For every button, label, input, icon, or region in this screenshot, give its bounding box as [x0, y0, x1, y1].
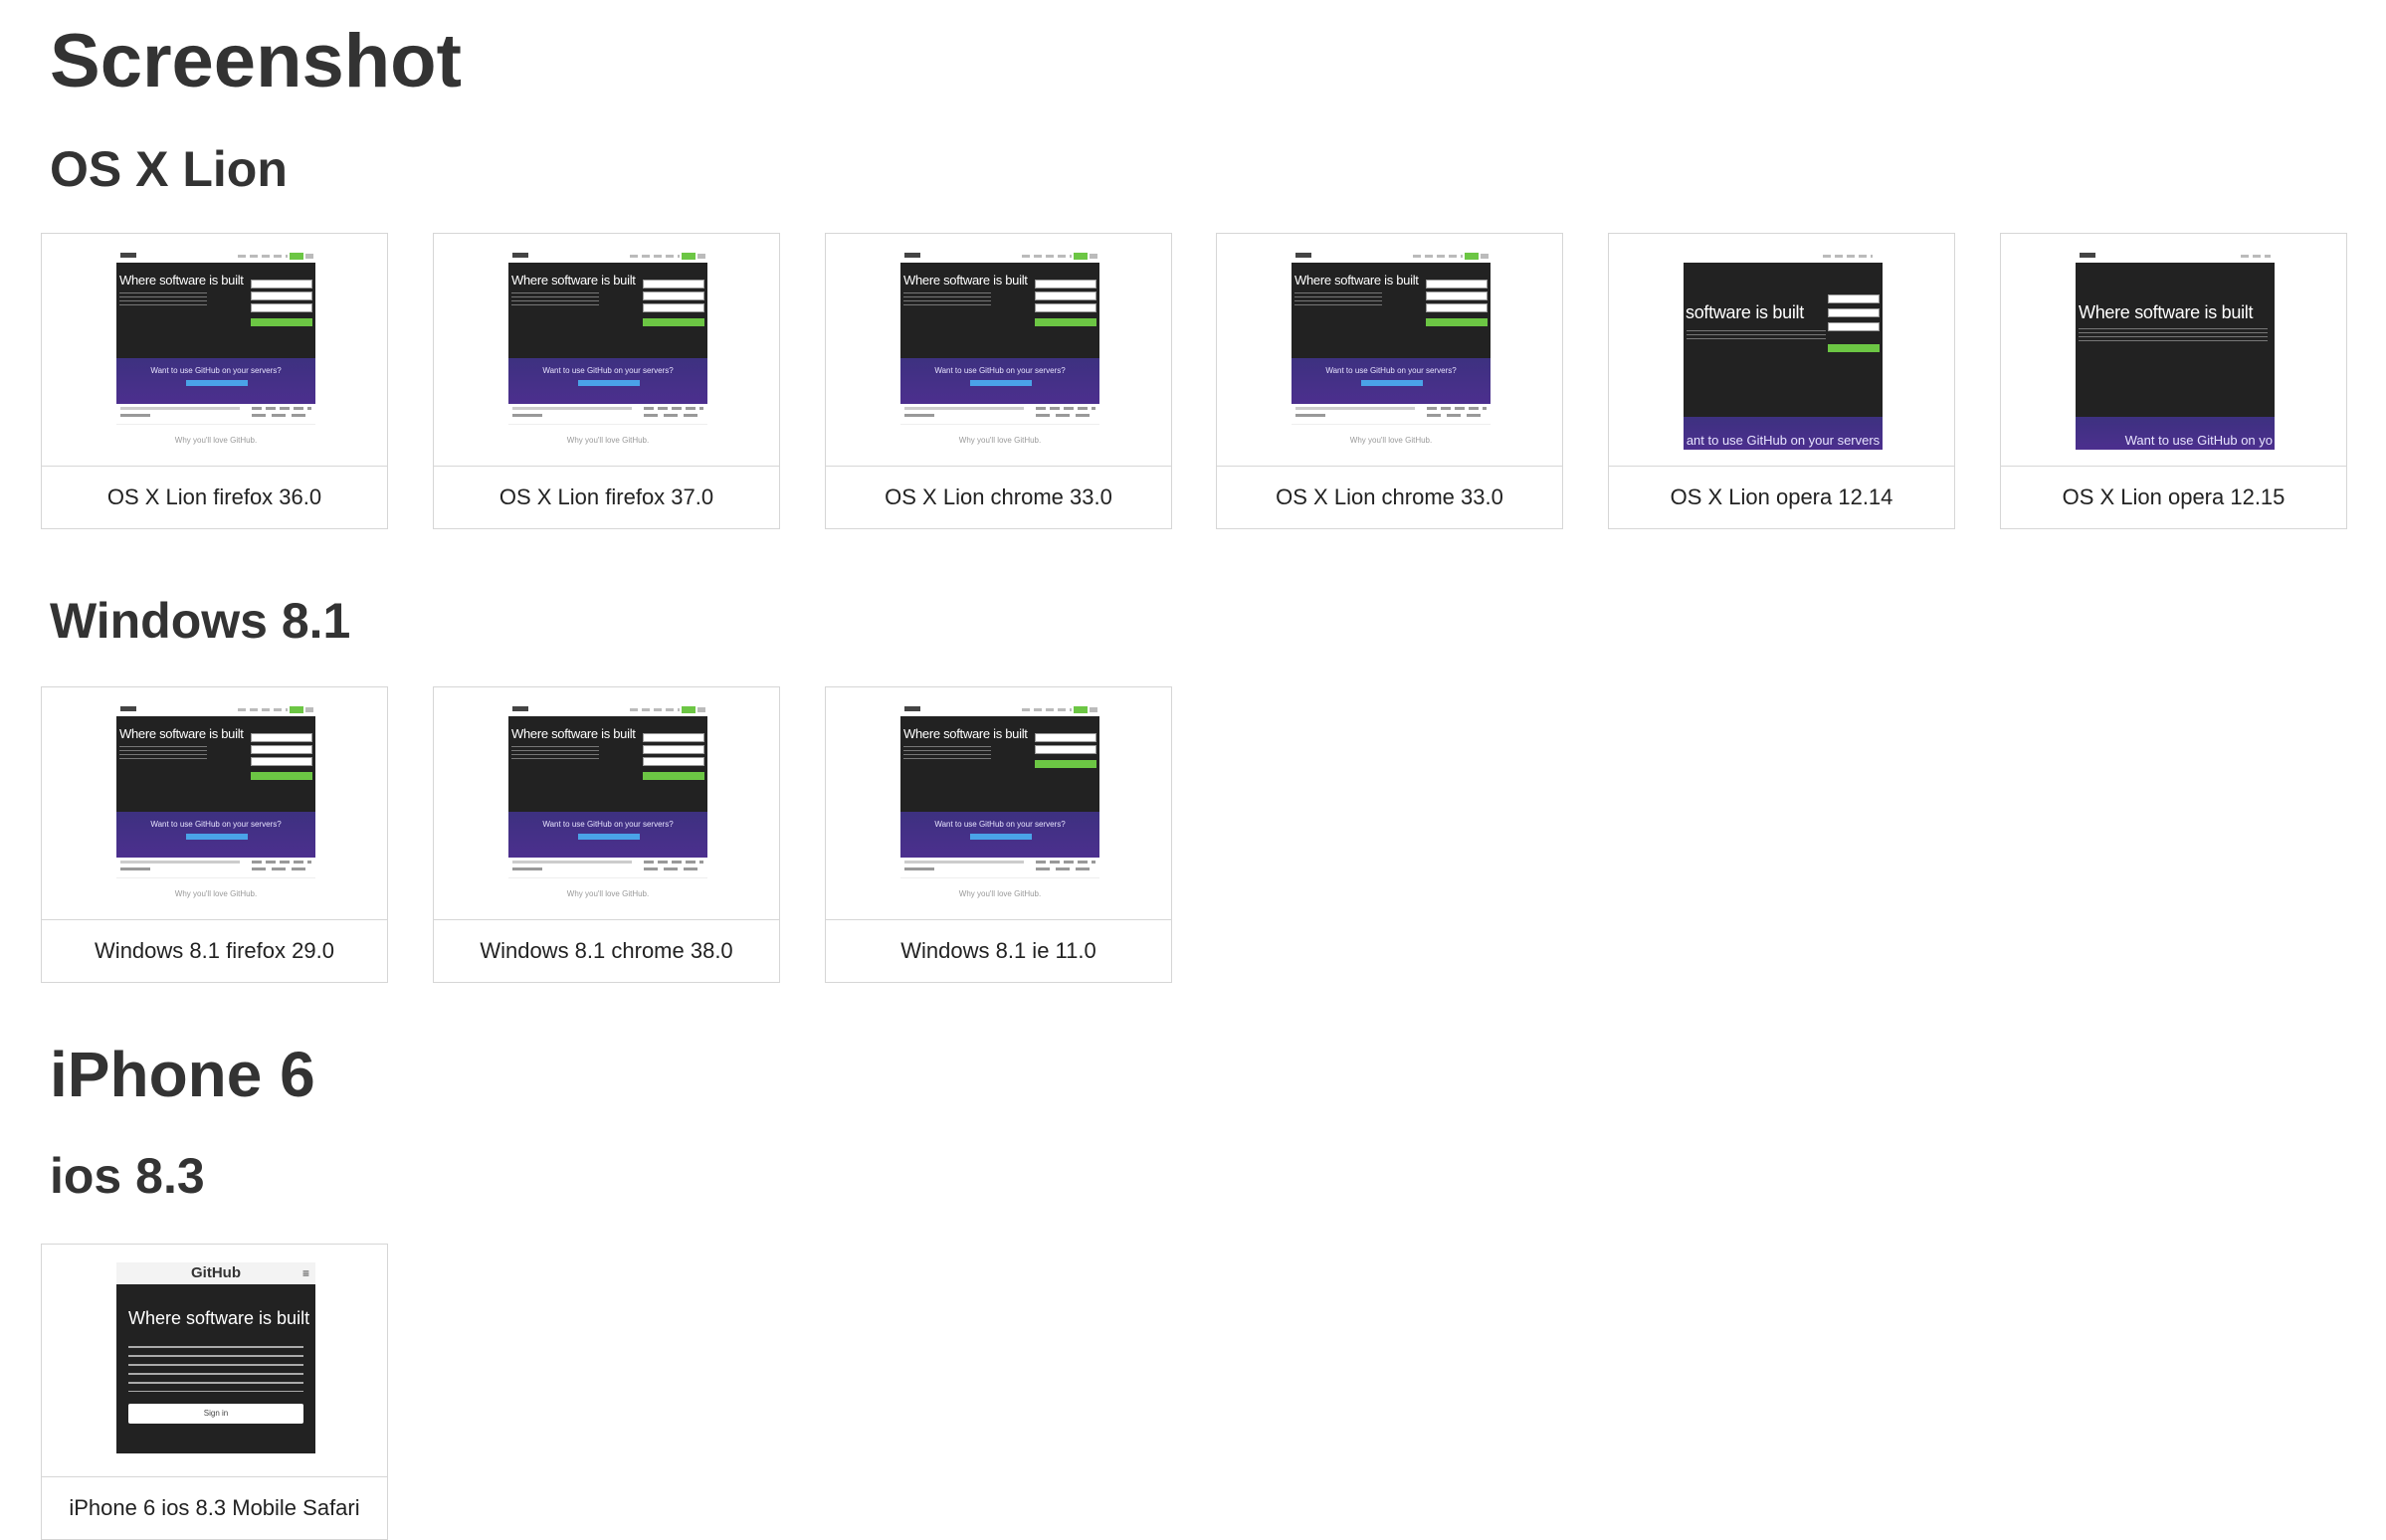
thumb-band-text: Want to use GitHub on your servers? — [542, 366, 674, 375]
thumbnail-frame: Where software is built Want to use GitH… — [42, 687, 387, 920]
github-logo-icon — [1295, 253, 1311, 258]
thumb-hero-title: Where software is built — [511, 273, 636, 288]
thumb-footer-text: Why you'll love GitHub. — [566, 436, 650, 445]
thumb-band-text: Want to use GitHub on your servers? — [150, 366, 282, 375]
thumbnail-frame: software is built ant to use GitHub on y… — [1609, 234, 1954, 467]
screenshot-thumbnail[interactable]: Where software is built Want to use GitH… — [508, 704, 707, 903]
thumbnail-frame: Where software is built Want to use GitH… — [42, 234, 387, 467]
screenshot-card[interactable]: Where software is built Want to use GitH… — [41, 233, 388, 529]
screenshot-card[interactable]: Where software is built Want to use GitH… — [825, 233, 1172, 529]
screenshot-card[interactable]: Where software is built Want to use GitH… — [41, 686, 388, 983]
github-logo-icon — [904, 706, 920, 711]
thumb-band-text: Want to use GitHub on yo — [2124, 433, 2273, 448]
screenshot-thumbnail[interactable]: Where software is built Want to use GitH… — [2076, 251, 2275, 450]
thumbnail-frame: Where software is built Want to use GitH… — [1217, 234, 1562, 467]
github-logo-icon — [512, 253, 528, 258]
thumb-footer-text: Why you'll love GitHub. — [174, 889, 258, 898]
screenshot-caption[interactable]: OS X Lion opera 12.15 — [2001, 466, 2346, 529]
thumb-hero-title: Where software is built — [511, 726, 636, 741]
thumb-band-text: Want to use GitHub on your servers? — [1325, 366, 1457, 375]
screenshot-caption[interactable]: Windows 8.1 firefox 29.0 — [42, 919, 387, 983]
thumb-hero-title: Where software is built — [903, 726, 1028, 741]
section-heading-osx-lion: OS X Lion — [50, 141, 288, 197]
thumb-band-text: Want to use GitHub on your servers? — [542, 820, 674, 829]
github-logo-icon — [2080, 253, 2095, 258]
thumbnail-frame: Where software is built Want to use GitH… — [434, 234, 779, 467]
screenshot-card[interactable]: Where software is built Want to use GitH… — [433, 686, 780, 983]
screenshot-thumbnail[interactable]: Where software is built Want to use GitH… — [116, 704, 315, 903]
screenshot-card[interactable]: Where software is built Want to use GitH… — [825, 686, 1172, 983]
hamburger-menu-icon: ≡ — [301, 1266, 309, 1280]
thumb-band-text: Want to use GitHub on your servers? — [934, 820, 1066, 829]
screenshot-caption[interactable]: OS X Lion firefox 36.0 — [42, 466, 387, 529]
screenshot-card[interactable]: software is built ant to use GitHub on y… — [1608, 233, 1955, 529]
thumb-footer-text: Why you'll love GitHub. — [1349, 436, 1433, 445]
screenshot-caption[interactable]: Windows 8.1 ie 11.0 — [826, 919, 1171, 983]
screenshot-thumbnail[interactable]: GitHub ≡ Where software is built Sign in — [116, 1262, 315, 1453]
section-heading-windows: Windows 8.1 — [50, 593, 351, 649]
thumb-band-text: Want to use GitHub on your servers? — [150, 820, 282, 829]
screenshot-thumbnail[interactable]: Where software is built Want to use GitH… — [1292, 251, 1491, 450]
github-logo-icon: GitHub — [191, 1264, 241, 1281]
screenshot-caption[interactable]: OS X Lion firefox 37.0 — [434, 466, 779, 529]
screenshot-caption[interactable]: OS X Lion chrome 33.0 — [826, 466, 1171, 529]
screenshot-thumbnail[interactable]: Where software is built Want to use GitH… — [116, 251, 315, 450]
screenshot-thumbnail[interactable]: Where software is built Want to use GitH… — [900, 251, 1099, 450]
screenshot-thumbnail[interactable]: software is built ant to use GitHub on y… — [1684, 251, 1883, 450]
section-heading-ios: ios 8.3 — [50, 1148, 205, 1204]
screenshot-caption[interactable]: OS X Lion chrome 33.0 — [1217, 466, 1562, 529]
device-heading-iphone: iPhone 6 — [50, 1039, 315, 1110]
thumb-hero-title: Where software is built — [1294, 273, 1419, 288]
screenshot-caption[interactable]: OS X Lion opera 12.14 — [1609, 466, 1954, 529]
screenshot-card[interactable]: Where software is built Want to use GitH… — [1216, 233, 1563, 529]
screenshot-thumbnail[interactable]: Where software is built Want to use GitH… — [900, 704, 1099, 903]
screenshot-card[interactable]: Where software is built Want to use GitH… — [2000, 233, 2347, 529]
thumbnail-frame: Where software is built Want to use GitH… — [826, 687, 1171, 920]
thumb-hero-title: Where software is built — [128, 1308, 310, 1328]
github-logo-icon — [904, 253, 920, 258]
thumb-footer-text: Why you'll love GitHub. — [958, 436, 1042, 445]
thumbnail-frame: Where software is built Want to use GitH… — [826, 234, 1171, 467]
github-logo-icon — [512, 706, 528, 711]
github-logo-icon — [120, 706, 136, 711]
thumb-hero-title: Where software is built — [119, 273, 244, 288]
thumb-hero-title: Where software is built — [119, 726, 244, 741]
thumbnail-frame: Where software is built Want to use GitH… — [434, 687, 779, 920]
screenshot-caption[interactable]: Windows 8.1 chrome 38.0 — [434, 919, 779, 983]
github-logo-icon — [120, 253, 136, 258]
thumb-footer-text: Why you'll love GitHub. — [566, 889, 650, 898]
thumbnail-frame: GitHub ≡ Where software is built Sign in — [42, 1245, 387, 1477]
thumb-signin-button: Sign in — [128, 1404, 303, 1424]
thumb-hero-title: Where software is built — [903, 273, 1028, 288]
screenshot-thumbnail[interactable]: Where software is built Want to use GitH… — [508, 251, 707, 450]
screenshot-caption[interactable]: iPhone 6 ios 8.3 Mobile Safari — [42, 1476, 387, 1540]
thumb-footer-text: Why you'll love GitHub. — [174, 436, 258, 445]
thumb-band-text: ant to use GitHub on your servers — [1686, 433, 1881, 448]
thumb-band-text: Want to use GitHub on your servers? — [934, 366, 1066, 375]
thumb-hero-title: software is built — [1686, 302, 1804, 322]
screenshot-card[interactable]: GitHub ≡ Where software is built Sign in… — [41, 1244, 388, 1540]
thumb-hero-title: Where software is built — [2079, 302, 2254, 322]
thumbnail-frame: Where software is built Want to use GitH… — [2001, 234, 2346, 467]
page-title: Screenshot — [50, 19, 462, 103]
thumb-footer-text: Why you'll love GitHub. — [958, 889, 1042, 898]
screenshot-card[interactable]: Where software is built Want to use GitH… — [433, 233, 780, 529]
